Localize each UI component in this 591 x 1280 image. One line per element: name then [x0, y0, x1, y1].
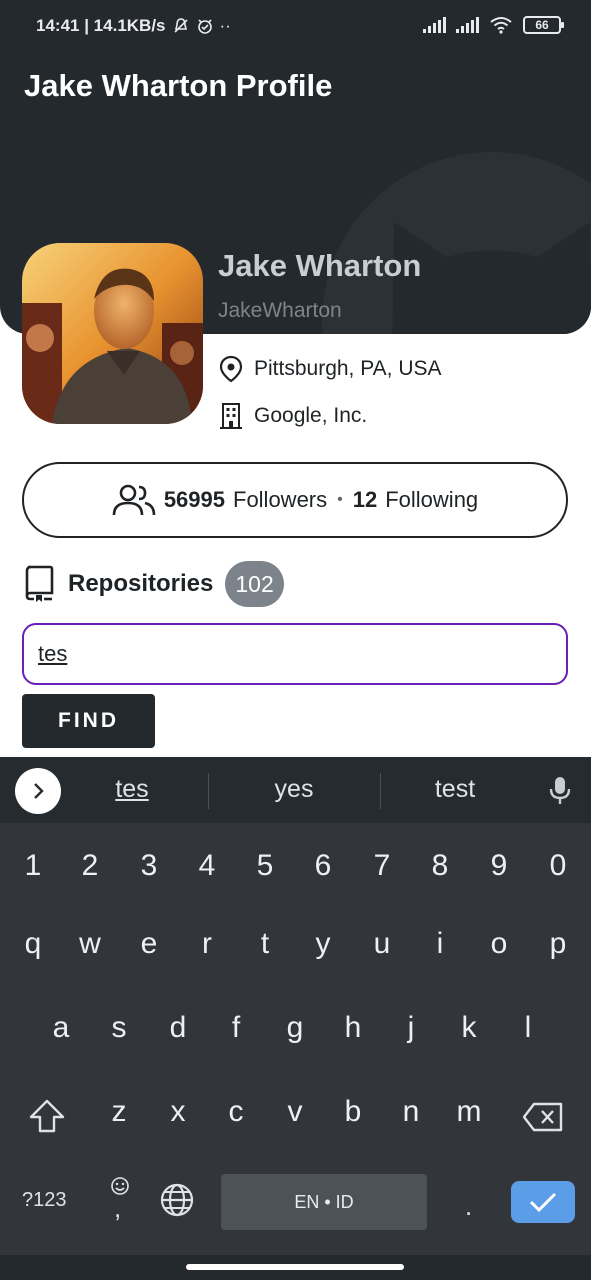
key-v[interactable]: v — [270, 1095, 320, 1129]
page-title: Jake Wharton Profile — [24, 68, 333, 103]
suggestion-3[interactable]: test — [395, 775, 515, 804]
repository-book-icon — [25, 565, 54, 602]
comma-key[interactable]: , — [114, 1193, 121, 1224]
key-g[interactable]: g — [270, 1011, 320, 1045]
company-text: Google, Inc. — [254, 404, 368, 427]
key-n[interactable]: n — [386, 1095, 436, 1129]
repositories-count-badge: 102 — [225, 561, 284, 607]
followers-following-box[interactable]: 56995 Followers • 12 Following — [22, 462, 568, 538]
key-u[interactable]: u — [357, 927, 407, 961]
key-h[interactable]: h — [328, 1011, 378, 1045]
key-0[interactable]: 0 — [533, 849, 583, 883]
home-indicator[interactable] — [186, 1264, 404, 1270]
avatar-photo — [22, 243, 203, 424]
company-row: Google, Inc. — [218, 402, 367, 430]
followers-label: Followers — [233, 487, 328, 512]
microphone-icon[interactable] — [548, 775, 572, 805]
key-q[interactable]: q — [8, 927, 58, 961]
suggestion-2[interactable]: yes — [234, 775, 354, 804]
key-5[interactable]: 5 — [240, 849, 290, 883]
followers-count: 56995 — [163, 487, 225, 512]
key-m[interactable]: m — [444, 1095, 494, 1129]
github-octocat-icon — [322, 152, 591, 334]
soft-keyboard: 1 2 3 4 5 6 7 8 9 0 q w e r t y u i o p … — [0, 823, 591, 1255]
key-s[interactable]: s — [94, 1011, 144, 1045]
stats-separator: • — [337, 491, 343, 508]
key-7[interactable]: 7 — [357, 849, 407, 883]
more-status-icon: ·· — [219, 16, 231, 35]
period-key[interactable]: . — [465, 1191, 472, 1222]
suggestion-divider — [208, 773, 209, 809]
people-icon — [112, 484, 156, 516]
key-2[interactable]: 2 — [65, 849, 115, 883]
key-f[interactable]: f — [211, 1011, 261, 1045]
status-left: 14:41 | 14.1KB/s ·· — [36, 16, 231, 36]
key-r[interactable]: r — [182, 927, 232, 961]
enter-key[interactable] — [511, 1181, 575, 1223]
key-b[interactable]: b — [328, 1095, 378, 1129]
checkmark-icon — [529, 1192, 557, 1213]
following-count: 12 — [352, 487, 378, 512]
status-right: 66 — [423, 16, 564, 34]
key-c[interactable]: c — [211, 1095, 261, 1129]
battery-icon: 66 — [523, 16, 564, 34]
key-k[interactable]: k — [444, 1011, 494, 1045]
profile-name: Jake Wharton — [218, 248, 422, 283]
key-a[interactable]: a — [36, 1011, 86, 1045]
mute-bell-icon — [173, 18, 188, 33]
repository-search-input[interactable] — [22, 623, 568, 685]
repositories-header: Repositories 102 — [22, 560, 284, 608]
key-9[interactable]: 9 — [474, 849, 524, 883]
key-p[interactable]: p — [533, 927, 583, 961]
avatar — [22, 243, 203, 424]
space-key[interactable]: EN • ID — [221, 1174, 427, 1230]
key-w[interactable]: w — [65, 927, 115, 961]
keyboard-expand-button[interactable] — [15, 768, 61, 814]
company-building-icon — [220, 403, 242, 429]
location-row: Pittsburgh, PA, USA — [218, 355, 442, 383]
key-3[interactable]: 3 — [124, 849, 174, 883]
status-bar: 14:41 | 14.1KB/s ·· 66 — [0, 0, 591, 52]
suggestion-divider — [380, 773, 381, 809]
key-o[interactable]: o — [474, 927, 524, 961]
system-nav-bar — [0, 1255, 591, 1280]
shift-icon[interactable] — [28, 1098, 66, 1134]
key-8[interactable]: 8 — [415, 849, 465, 883]
key-1[interactable]: 1 — [8, 849, 58, 883]
key-t[interactable]: t — [240, 927, 290, 961]
signal-1-icon — [423, 17, 446, 33]
backspace-icon[interactable] — [522, 1101, 564, 1133]
profile-username: JakeWharton — [218, 299, 342, 322]
location-text: Pittsburgh, PA, USA — [254, 357, 442, 380]
key-4[interactable]: 4 — [182, 849, 232, 883]
keyboard-suggestion-bar: tes yes test — [0, 757, 591, 823]
key-i[interactable]: i — [415, 927, 465, 961]
alarm-icon — [197, 19, 212, 34]
signal-2-icon — [456, 17, 479, 33]
key-e[interactable]: e — [124, 927, 174, 961]
repositories-label: Repositories — [68, 570, 214, 597]
chevron-right-icon — [34, 783, 44, 799]
key-y[interactable]: y — [298, 927, 348, 961]
symbols-key[interactable]: ?123 — [22, 1189, 67, 1212]
status-time-speed: 14:41 | 14.1KB/s — [36, 16, 166, 35]
following-label: Following — [385, 487, 479, 512]
suggestion-1[interactable]: tes — [72, 775, 192, 804]
key-6[interactable]: 6 — [298, 849, 348, 883]
location-pin-icon — [219, 355, 243, 383]
key-z[interactable]: z — [94, 1095, 144, 1129]
key-d[interactable]: d — [153, 1011, 203, 1045]
wifi-icon — [490, 17, 512, 34]
key-x[interactable]: x — [153, 1095, 203, 1129]
key-l[interactable]: l — [503, 1011, 553, 1045]
key-j[interactable]: j — [386, 1011, 436, 1045]
app-bar: Jake Wharton Profile — [0, 52, 591, 128]
globe-icon[interactable] — [160, 1183, 194, 1217]
find-button[interactable]: FIND — [22, 694, 155, 748]
